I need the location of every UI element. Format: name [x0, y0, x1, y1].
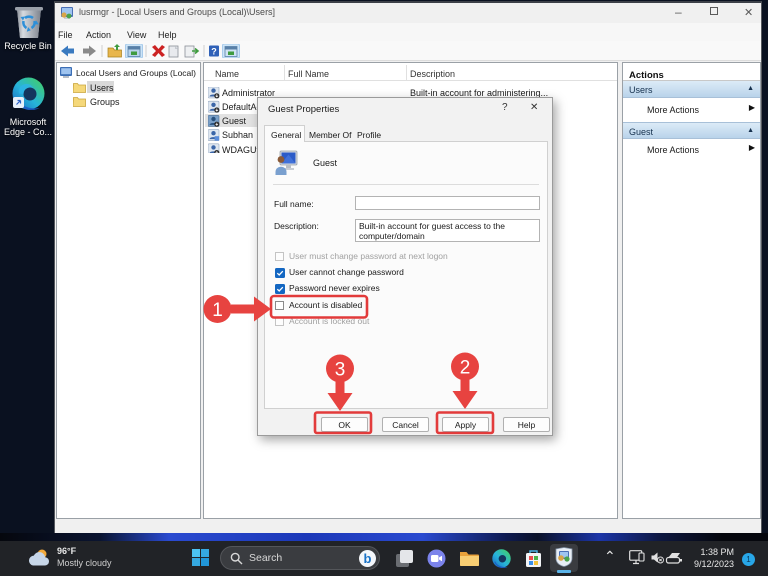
svg-text:2: 2 — [460, 358, 471, 379]
svg-text:3: 3 — [335, 360, 346, 381]
svg-text:1: 1 — [212, 300, 223, 321]
